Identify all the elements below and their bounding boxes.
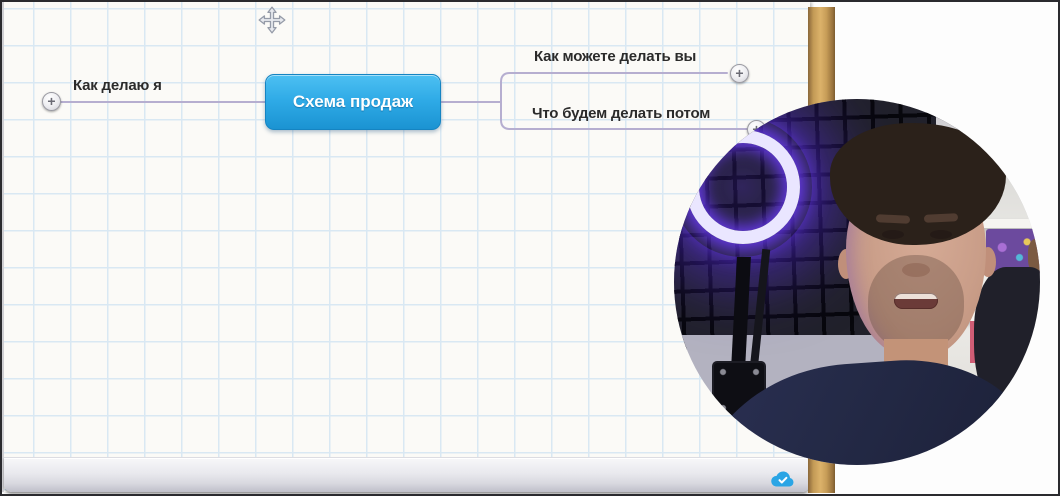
- presenter-webcam-overlay[interactable]: [674, 99, 1040, 465]
- plus-icon: +: [47, 94, 55, 109]
- presenter-eye: [930, 230, 952, 239]
- presenter-mouth: [894, 293, 938, 309]
- presenter-eye: [882, 230, 904, 239]
- root-node-label: Схема продаж: [293, 92, 413, 112]
- app-window: Схема продаж Как делаю я Как можете дела…: [0, 0, 1060, 496]
- plus-icon: +: [735, 66, 743, 81]
- ring-light: [686, 130, 800, 244]
- branch-label-left[interactable]: Как делаю я: [73, 77, 162, 94]
- add-node-button-right-top[interactable]: +: [730, 64, 749, 83]
- root-node[interactable]: Схема продаж: [265, 74, 441, 130]
- presenter-eyebrow: [876, 214, 910, 224]
- move-cursor-icon[interactable]: [258, 6, 286, 34]
- branch-label-right-top[interactable]: Как можете делать вы: [534, 48, 696, 65]
- add-node-button-left[interactable]: +: [42, 92, 61, 111]
- cloud-check-icon[interactable]: [770, 469, 796, 489]
